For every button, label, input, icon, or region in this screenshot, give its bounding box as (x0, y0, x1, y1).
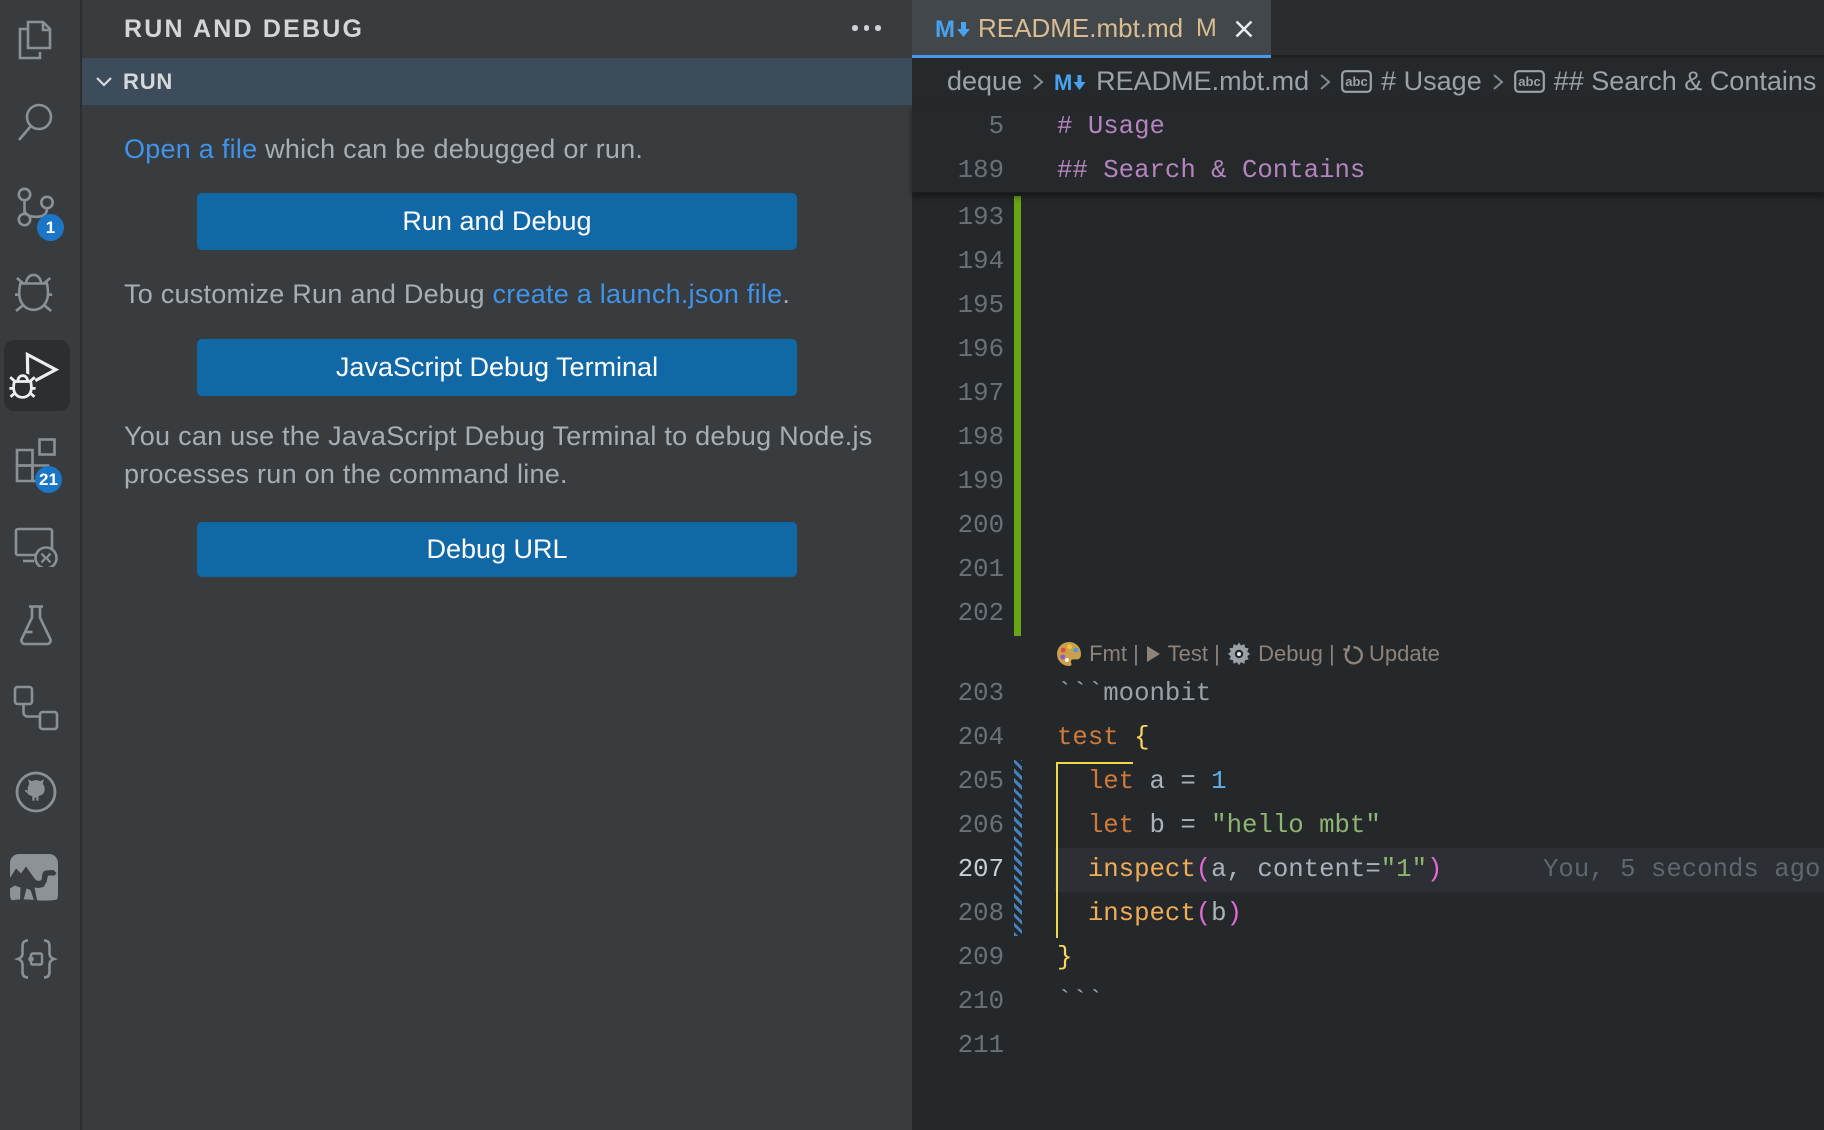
svg-text:abc: abc (1345, 74, 1367, 89)
svg-text:M: M (935, 16, 955, 43)
svg-text:abc: abc (1518, 74, 1540, 89)
svg-text:M: M (1054, 70, 1072, 95)
